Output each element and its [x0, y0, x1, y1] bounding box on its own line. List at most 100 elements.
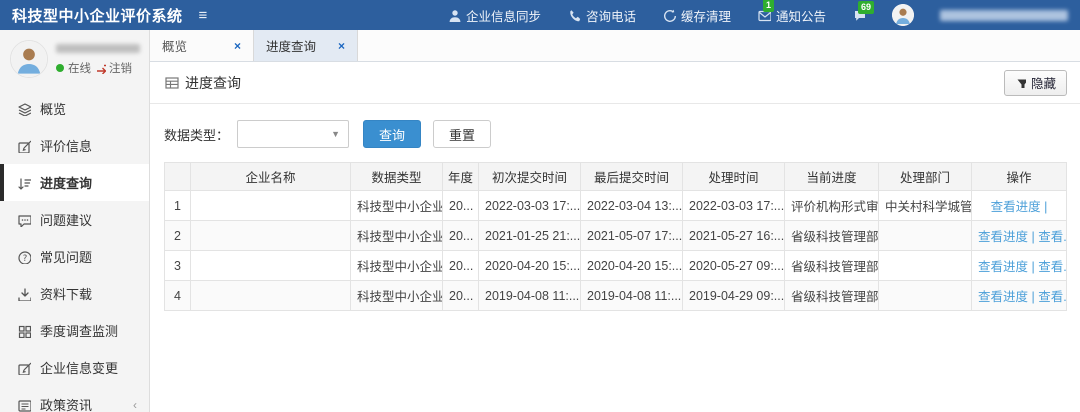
- top-nav-item[interactable]: 缓存清理: [662, 6, 731, 25]
- view-progress-link[interactable]: 查看进度 | 查看...: [978, 260, 1066, 274]
- first-submit-cell: 2022-03-03 17:...: [485, 198, 581, 213]
- column-header: 操作: [971, 162, 1067, 191]
- table-row: 4 科技型中小企业... 20... 2019-04-08 11:... 201…: [164, 280, 1067, 311]
- sidebar-item-label: 季度调查监测: [40, 324, 119, 339]
- column-header: 最后提交时间: [580, 162, 683, 191]
- sidebar-item-label: 概览: [40, 102, 67, 117]
- column-header: 处理时间: [682, 162, 785, 191]
- data-type-cell: 科技型中小企业...: [357, 200, 443, 214]
- column-header: 初次提交时间: [478, 162, 581, 191]
- column-header: 企业名称: [190, 162, 351, 191]
- sidebar-item-label: 资料下载: [40, 287, 93, 302]
- sidebar: 在线 注销 概览 评价信息 进度查询 问题建议 常见问题 资料下载 季度调查监测…: [0, 30, 150, 412]
- top-nav-item[interactable]: 企业信息同步: [447, 6, 541, 25]
- main-area: 概览 × 进度查询 × 进度查询 隐藏 数据类型： ▼ 查询 重置 企业名称 数…: [150, 30, 1080, 412]
- column-header: 数据类型: [350, 162, 443, 191]
- first-submit-cell: 2020-04-20 15:...: [485, 258, 581, 273]
- panel-header: 进度查询 隐藏: [150, 62, 1080, 104]
- top-nav-item[interactable]: 咨询电话: [567, 6, 636, 25]
- tab-label: 概览: [162, 40, 188, 54]
- top-nav-label: 缓存清理: [680, 9, 731, 24]
- year-cell: 20...: [449, 228, 474, 243]
- current-step-cell: 评价机构形式审查: [791, 200, 879, 214]
- department-cell: 中关村科学城管...: [885, 200, 972, 214]
- sidebar-menu-item[interactable]: 评价信息: [0, 127, 149, 164]
- top-nav-item[interactable]: 1 通知公告: [757, 0, 826, 25]
- sidebar-menu-item[interactable]: 问题建议: [0, 201, 149, 238]
- view-progress-link[interactable]: 查看进度 | 查看...: [978, 230, 1066, 244]
- sidebar-menu-item[interactable]: 政策资讯 ‹: [0, 386, 149, 412]
- refresh-icon: [663, 8, 676, 22]
- tab-close-icon[interactable]: ×: [218, 39, 241, 53]
- download-icon: [18, 287, 31, 301]
- search-button[interactable]: 查询: [363, 120, 422, 148]
- hamburger-menu-icon[interactable]: ≡: [199, 7, 208, 24]
- tab-label: 进度查询: [266, 40, 317, 54]
- sidebar-menu-item[interactable]: 常见问题: [0, 238, 149, 275]
- column-header: 当前进度: [784, 162, 879, 191]
- sidebar-menu-item[interactable]: 进度查询: [0, 164, 149, 201]
- column-header: 年度: [442, 162, 479, 191]
- profile-avatar[interactable]: [10, 40, 48, 78]
- edit-icon: [18, 139, 31, 153]
- last-submit-cell: 2022-03-04 13:...: [587, 198, 683, 213]
- redacted-username: [940, 9, 1068, 21]
- sidebar-menu: 概览 评价信息 进度查询 问题建议 常见问题 资料下载 季度调查监测 企业信息变…: [0, 90, 149, 412]
- chevron-left-icon: ‹: [133, 397, 137, 412]
- news-icon: [18, 399, 31, 412]
- row-index: 1: [174, 198, 181, 213]
- data-type-cell: 科技型中小企业...: [357, 230, 443, 244]
- sidebar-item-label: 企业信息变更: [40, 361, 119, 376]
- current-step-cell: 省级科技管理部...: [791, 290, 879, 304]
- process-time-cell: 2022-03-03 17:...: [689, 198, 785, 213]
- last-submit-cell: 2019-04-08 11:...: [587, 288, 682, 303]
- edit-icon: [18, 361, 31, 375]
- tab-close-icon[interactable]: ×: [322, 39, 345, 53]
- question-icon: [18, 250, 31, 264]
- table-row: 2 科技型中小企业... 20... 2021-01-25 21:... 202…: [164, 220, 1067, 251]
- sidebar-menu-item[interactable]: 企业信息变更: [0, 349, 149, 386]
- data-type-cell: 科技型中小企业...: [357, 260, 443, 274]
- phone-icon: [570, 10, 581, 22]
- column-header: 处理部门: [878, 162, 972, 191]
- top-nav-label: 通知公告: [775, 9, 826, 24]
- funnel-icon: [1017, 79, 1026, 88]
- results-table: 企业名称 数据类型 年度 初次提交时间 最后提交时间 处理时间 当前进度 处理部门 操作 1 科…: [164, 162, 1067, 311]
- top-nav-item[interactable]: 69: [852, 1, 875, 22]
- top-nav-label: 咨询电话: [585, 9, 636, 24]
- first-submit-cell: 2021-01-25 21:...: [485, 228, 581, 243]
- current-step-cell: 省级科技管理部...: [791, 230, 879, 244]
- year-cell: 20...: [449, 198, 474, 213]
- row-index: 4: [174, 288, 181, 303]
- sidebar-menu-item[interactable]: 概览: [0, 90, 149, 127]
- top-nav-label: 企业信息同步: [465, 9, 541, 24]
- panel-title: 进度查询: [164, 73, 241, 93]
- logout-button[interactable]: 注销: [95, 60, 132, 76]
- sidebar-item-label: 评价信息: [40, 139, 93, 154]
- year-cell: 20...: [449, 258, 474, 273]
- tab[interactable]: 进度查询 ×: [254, 30, 358, 61]
- results-table-wrap: 企业名称 数据类型 年度 初次提交时间 最后提交时间 处理时间 当前进度 处理部门 操作 1 科…: [150, 162, 1080, 311]
- process-time-cell: 2020-05-27 09:...: [689, 258, 785, 273]
- table-header-row: 企业名称 数据类型 年度 初次提交时间 最后提交时间 处理时间 当前进度 处理部门 操作: [164, 162, 1067, 191]
- top-bar: 科技型中小企业评价系统 ≡ 企业信息同步 咨询电话 缓存清理 1 通知公告 69: [0, 0, 1080, 30]
- comment-icon: [18, 214, 31, 227]
- hide-filter-button[interactable]: 隐藏: [1003, 69, 1067, 96]
- data-type-cell: 科技型中小企业...: [357, 290, 443, 304]
- sidebar-item-label: 问题建议: [40, 213, 93, 228]
- row-index: 2: [174, 228, 181, 243]
- data-type-select[interactable]: ▼: [237, 120, 350, 148]
- tab[interactable]: 概览 ×: [150, 30, 254, 61]
- column-header: [164, 162, 191, 191]
- view-progress-link[interactable]: 查看进度 | 查看...: [978, 290, 1066, 304]
- user-avatar[interactable]: [892, 4, 914, 26]
- sidebar-menu-item[interactable]: 资料下载: [0, 275, 149, 312]
- reset-button[interactable]: 重置: [433, 120, 492, 148]
- last-submit-cell: 2021-05-07 17:...: [587, 228, 683, 243]
- table-body: 1 科技型中小企业... 20... 2022-03-03 17:... 202…: [164, 190, 1067, 311]
- view-progress-link[interactable]: 查看进度 |: [991, 200, 1048, 214]
- online-dot: [56, 64, 64, 72]
- notification-badge: 1: [762, 0, 774, 12]
- row-index: 3: [174, 258, 181, 273]
- sidebar-menu-item[interactable]: 季度调查监测: [0, 312, 149, 349]
